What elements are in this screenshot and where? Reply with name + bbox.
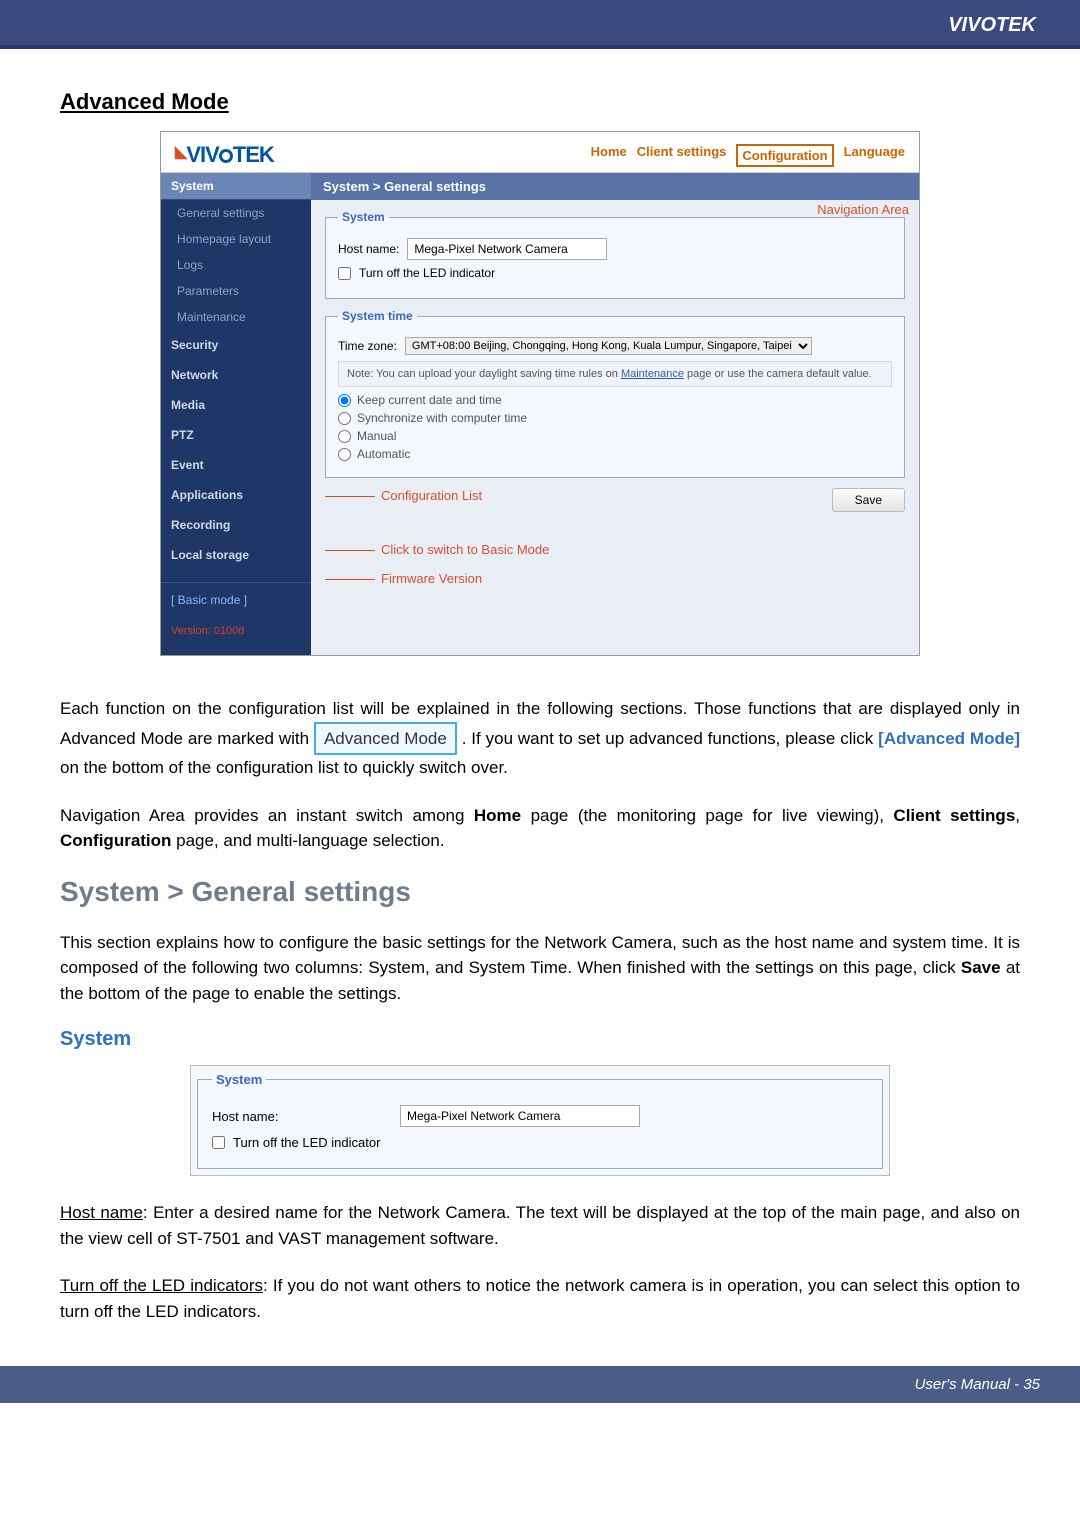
paragraph-3: This section explains how to configure t… — [60, 930, 1020, 1007]
system-time-fieldset: System time Time zone: GMT+08:00 Beijing… — [325, 309, 905, 478]
host-name-input[interactable] — [407, 238, 607, 260]
maintenance-link[interactable]: Maintenance — [621, 368, 684, 380]
sidebar-recording[interactable]: Recording — [161, 510, 311, 540]
radio-sync-computer[interactable] — [338, 412, 351, 425]
nav-language[interactable]: Language — [844, 144, 905, 167]
dst-note: Note: You can upload your daylight savin… — [338, 361, 892, 387]
content-area: System > General settings Navigation Are… — [311, 173, 919, 655]
sidebar-item-parameters[interactable]: Parameters — [161, 278, 311, 304]
sidebar-local-storage[interactable]: Local storage — [161, 540, 311, 570]
annotation-basic-mode: Click to switch to Basic Mode — [325, 542, 905, 557]
paragraph-2: Navigation Area provides an instant swit… — [60, 803, 1020, 854]
radio-keep-current[interactable] — [338, 394, 351, 407]
sidebar-item-general-settings[interactable]: General settings — [161, 200, 311, 226]
annotation-navigation-area: Navigation Area — [817, 202, 909, 217]
sidebar-network[interactable]: Network — [161, 360, 311, 390]
breadcrumb: System > General settings — [311, 173, 919, 200]
vivotek-logo: ◣VIVTEK — [175, 142, 274, 168]
snippet-host-label: Host name: — [212, 1109, 392, 1124]
snippet-led-checkbox[interactable] — [212, 1136, 225, 1149]
system-time-legend: System time — [338, 309, 417, 323]
radio-manual[interactable] — [338, 430, 351, 443]
host-name-label: Host name: — [338, 242, 399, 256]
system-subheading: System — [60, 1028, 1020, 1051]
annotation-configuration-list: Configuration List — [325, 488, 482, 503]
sidebar-security[interactable]: Security — [161, 330, 311, 360]
paragraph-host-name: Host name: Enter a desired name for the … — [60, 1200, 1020, 1251]
sidebar-applications[interactable]: Applications — [161, 480, 311, 510]
sidebar-system-header[interactable]: System — [161, 173, 311, 200]
nav-client-settings[interactable]: Client settings — [637, 144, 727, 167]
paragraph-1: Each function on the configuration list … — [60, 696, 1020, 781]
sidebar-event[interactable]: Event — [161, 450, 311, 480]
brand-name: VIVOTEK — [948, 14, 1036, 36]
sidebar: System General settings Homepage layout … — [161, 173, 311, 655]
led-label: Turn off the LED indicator — [359, 266, 495, 280]
led-checkbox[interactable] — [338, 267, 351, 280]
radio-automatic[interactable] — [338, 448, 351, 461]
document-header: VIVOTEK — [0, 0, 1080, 45]
sidebar-media[interactable]: Media — [161, 390, 311, 420]
snippet-legend: System — [212, 1072, 266, 1087]
page-footer: User's Manual - 35 — [0, 1366, 1080, 1403]
sidebar-item-maintenance[interactable]: Maintenance — [161, 304, 311, 330]
system-legend: System — [338, 210, 389, 224]
advanced-mode-badge: Advanced Mode — [314, 722, 457, 756]
snippet-host-input[interactable] — [400, 1105, 640, 1127]
paragraph-led: Turn off the LED indicators: If you do n… — [60, 1273, 1020, 1324]
system-snippet: System Host name: Turn off the LED indic… — [190, 1065, 890, 1176]
advanced-mode-link-text: [Advanced Mode] — [878, 729, 1020, 748]
save-button[interactable]: Save — [832, 488, 905, 512]
top-nav: Home Client settings Configuration Langu… — [591, 144, 905, 167]
page-title: Advanced Mode — [60, 89, 1020, 115]
nav-home[interactable]: Home — [591, 144, 627, 167]
system-fieldset: System Host name: Turn off the LED indic… — [325, 210, 905, 299]
nav-configuration[interactable]: Configuration — [736, 144, 833, 167]
sidebar-item-logs[interactable]: Logs — [161, 252, 311, 278]
sidebar-item-homepage-layout[interactable]: Homepage layout — [161, 226, 311, 252]
firmware-version: Version: 0100d — [161, 617, 311, 645]
snippet-led-label: Turn off the LED indicator — [233, 1135, 380, 1150]
section-heading: System > General settings — [60, 876, 1020, 908]
timezone-label: Time zone: — [338, 339, 397, 353]
timezone-select[interactable]: GMT+08:00 Beijing, Chongqing, Hong Kong,… — [405, 337, 812, 355]
sidebar-ptz[interactable]: PTZ — [161, 420, 311, 450]
basic-mode-link[interactable]: [ Basic mode ] — [161, 582, 311, 617]
annotation-firmware-version: Firmware Version — [325, 571, 905, 586]
config-screenshot: ◣VIVTEK Home Client settings Configurati… — [160, 131, 920, 656]
